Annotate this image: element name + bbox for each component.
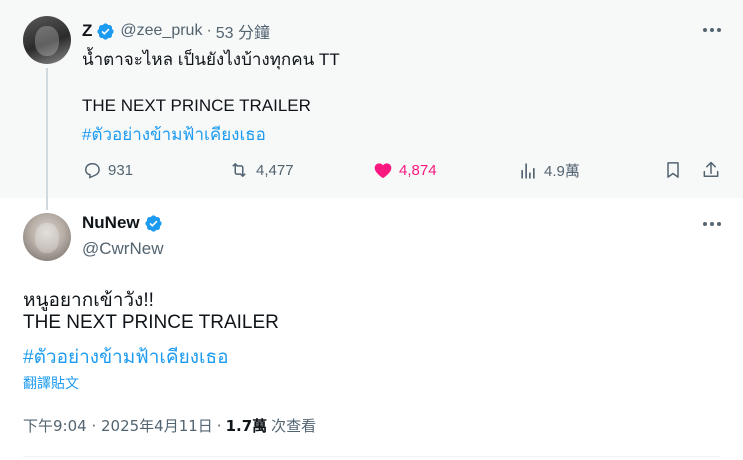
bookmark-icon	[667, 162, 679, 178]
hashtag-link[interactable]: #ตัวอย่างข้ามฟ้าเคียงเธอ	[23, 342, 228, 372]
tweet-text-line: น้ำตาจะไหล เป็นยังไงบ้างทุกคน TT	[82, 50, 340, 69]
views-button[interactable]: 4.9萬	[518, 160, 580, 181]
reply-button[interactable]: 931	[82, 160, 133, 180]
retweet-icon	[232, 163, 246, 177]
share-button[interactable]	[701, 160, 721, 184]
like-count: 4,874	[399, 161, 437, 179]
heart-icon	[374, 163, 392, 178]
more-icon	[703, 28, 707, 32]
avatar[interactable]	[23, 16, 71, 64]
hashtag-link[interactable]: #ตัวอย่างข้ามฟ้าเคียงเธอ	[82, 121, 266, 148]
bookmark-button[interactable]	[663, 160, 683, 184]
tweet-meta: 下午9:04 · 2025年4月11日 · 1.7萬 次查看	[23, 415, 316, 436]
like-button[interactable]: 4,874	[373, 160, 437, 180]
divider	[23, 456, 720, 457]
more-button[interactable]	[697, 20, 727, 40]
tweet-text-line: THE NEXT PRINCE TRAILER	[82, 96, 311, 115]
more-icon	[717, 222, 721, 226]
more-button[interactable]	[697, 214, 727, 234]
translate-post-link[interactable]: 翻譯貼文	[23, 373, 79, 393]
retweet-count: 4,477	[256, 161, 294, 179]
views-count: 1.7萬	[225, 417, 268, 435]
reply-count: 931	[108, 161, 134, 179]
tweet-text-line: หนูอยากเข้าวัง!!	[23, 290, 154, 311]
handle[interactable]: @CwrNew	[82, 239, 163, 259]
avatar-face	[35, 26, 59, 56]
more-icon	[703, 222, 707, 226]
more-icon	[710, 28, 714, 32]
verified-badge-icon	[144, 214, 163, 233]
avatar-face	[35, 223, 59, 253]
avatar[interactable]	[23, 213, 71, 261]
main-tweet-header: NuNew	[82, 213, 163, 233]
retweet-button[interactable]: 4,477	[228, 160, 294, 180]
separator-dot: ·	[216, 416, 222, 435]
thread-connector-line	[46, 68, 48, 210]
reply-icon	[84, 163, 100, 179]
tweet-timestamp[interactable]: 下午9:04 · 2025年4月11日	[23, 415, 213, 436]
tweet-text-line: THE NEXT PRINCE TRAILER	[23, 312, 279, 333]
display-name[interactable]: NuNew	[82, 213, 140, 233]
more-icon	[710, 222, 714, 226]
share-icon	[703, 161, 719, 177]
tweet-time[interactable]: 53 分鐘	[216, 19, 270, 43]
views-count: 4.9萬	[544, 163, 580, 180]
more-icon	[717, 28, 721, 32]
parent-tweet-header: Z @zee_pruk · 53 分鐘	[82, 19, 270, 43]
handle[interactable]: @zee_pruk	[120, 22, 202, 40]
views-label: 次查看	[271, 417, 317, 435]
display-name[interactable]: Z	[82, 21, 92, 41]
separator-dot: ·	[206, 22, 212, 39]
verified-badge-icon	[96, 22, 115, 41]
views-icon	[521, 163, 535, 178]
